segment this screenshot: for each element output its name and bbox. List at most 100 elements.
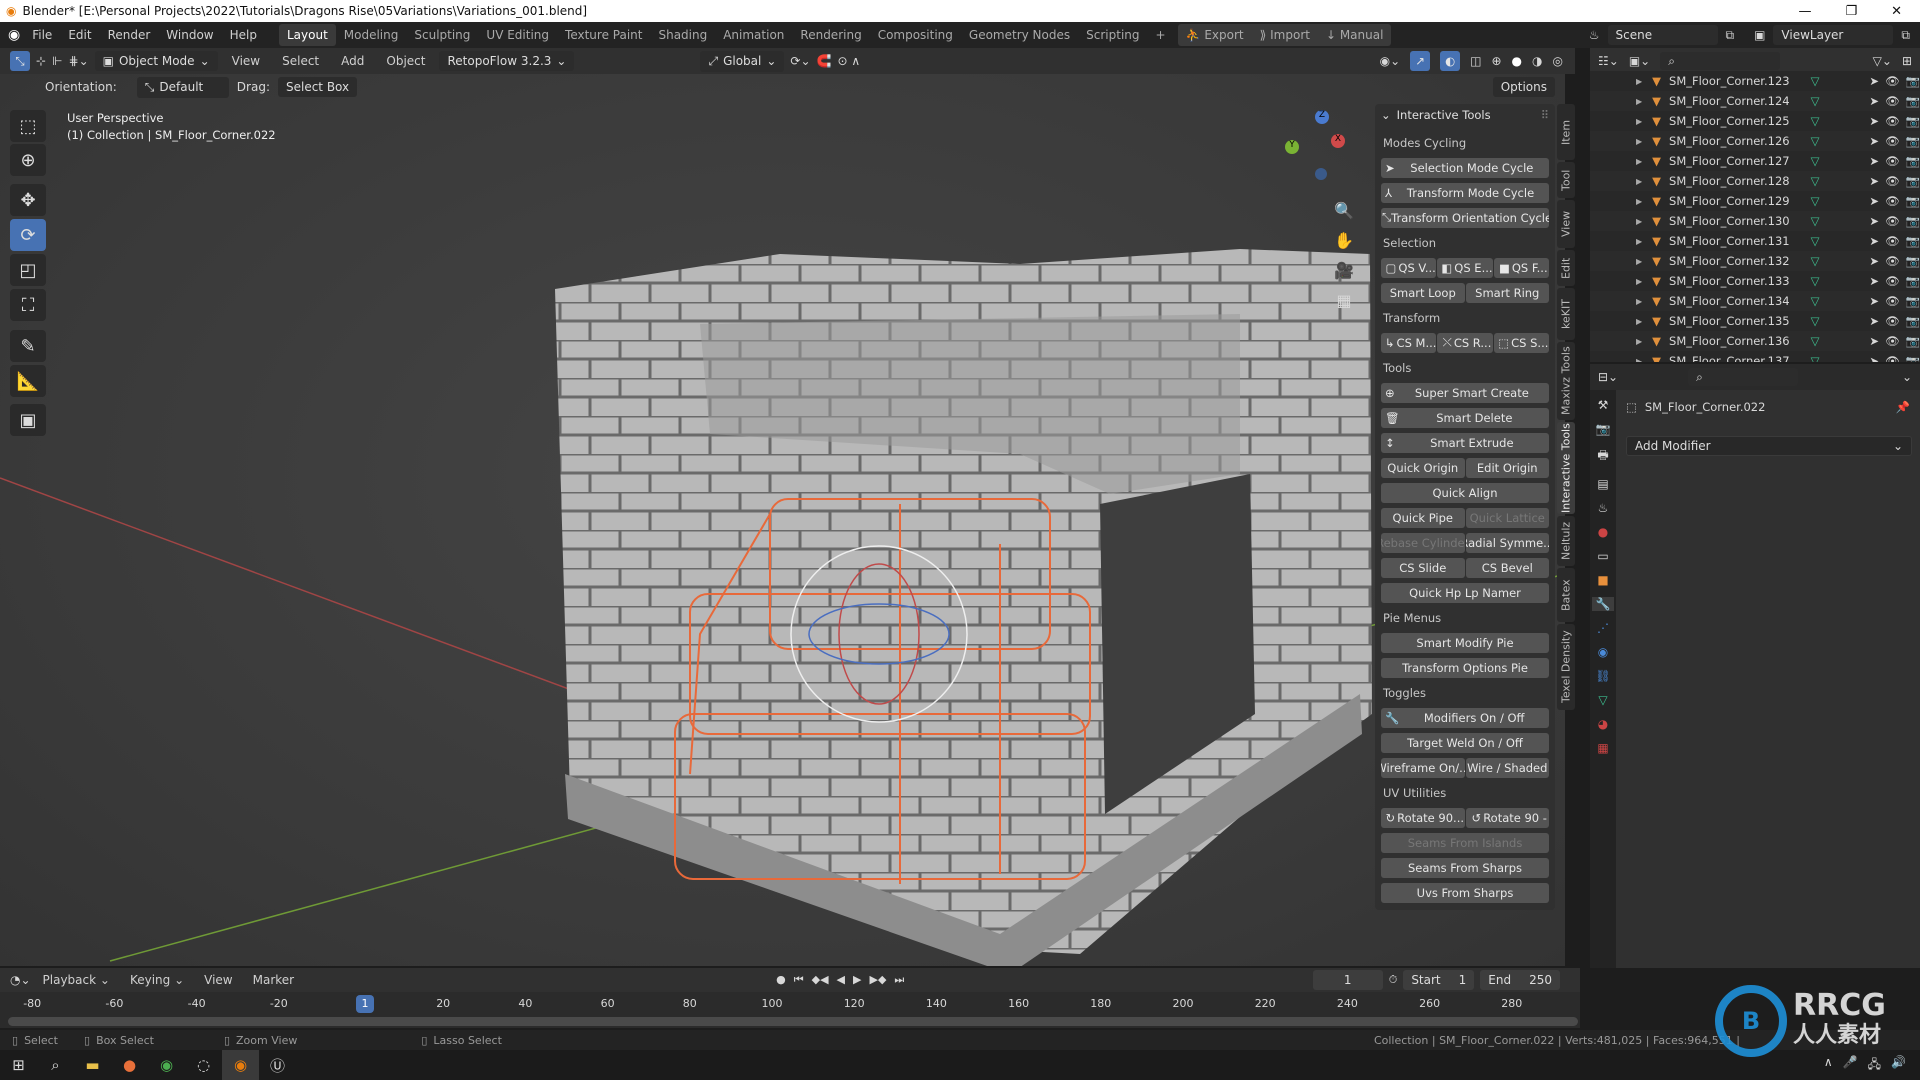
firefox-icon[interactable]: ● — [111, 1050, 148, 1080]
transform-tool-button[interactable]: ⛶ — [10, 289, 46, 321]
gizmo-x-axis[interactable]: X — [1331, 134, 1345, 148]
view-layer-icon[interactable]: ▣ — [1754, 28, 1765, 42]
transform-affect-icon[interactable]: ⤡ — [10, 51, 30, 71]
render-camera-icon[interactable]: 📷 — [1906, 174, 1920, 188]
selection-mode-cycle-button[interactable]: ➤ Selection Mode Cycle — [1381, 157, 1549, 178]
qs-e-button[interactable]: ◧ QS E... — [1437, 257, 1493, 278]
playhead[interactable]: 1 — [356, 995, 374, 1013]
wireframe-on-button[interactable]: Wireframe On/... — [1381, 757, 1465, 778]
eye-icon[interactable]: 👁 — [1885, 94, 1900, 108]
expand-arrow-icon[interactable]: ▶ — [1636, 257, 1642, 266]
view-layer-tab-icon[interactable]: ▤ — [1597, 477, 1608, 491]
rotate-90-button[interactable]: ↻ Rotate 90... — [1381, 807, 1465, 828]
search-icon[interactable]: ⌕ — [37, 1050, 74, 1080]
sidebar-tab-interactive-tools[interactable]: Interactive Tools — [1557, 422, 1575, 514]
render-camera-icon[interactable]: 📷 — [1906, 234, 1920, 248]
maximize-button[interactable]: ❐ — [1845, 4, 1857, 19]
new-collection-icon[interactable]: ⊞ — [1902, 54, 1912, 68]
workspace-tab-animation[interactable]: Animation — [715, 24, 792, 46]
texture-tab-icon[interactable]: ▦ — [1597, 741, 1608, 755]
snap-settings-icon[interactable]: ⋕⌄ — [69, 54, 89, 68]
selectable-icon[interactable]: ➤ — [1869, 154, 1879, 168]
network-icon[interactable]: 🖧 — [1868, 1055, 1881, 1076]
transform-orientation-dropdown[interactable]: ⤢ Global ⌄ — [700, 50, 785, 72]
drag-handle-icon[interactable]: ⠿ — [1541, 108, 1549, 122]
manual-button[interactable]: ↓ Manual — [1318, 24, 1391, 46]
timeline-scrollbar[interactable] — [8, 1017, 1578, 1026]
outliner-item[interactable]: ▶ ▼ SM_Floor_Corner.126 ▽ ➤ 👁 📷 — [1590, 131, 1920, 151]
sidebar-tab-texel-density[interactable]: Texel Density — [1557, 624, 1575, 710]
quick-align-button[interactable]: Quick Align — [1381, 482, 1549, 503]
expand-arrow-icon[interactable]: ▶ — [1636, 77, 1642, 86]
visibility-icon[interactable]: ◉⌄ — [1380, 54, 1401, 68]
qs-v-button[interactable]: ▢ QS V... — [1381, 257, 1437, 278]
sidebar-tab-tool[interactable]: Tool — [1557, 162, 1575, 198]
radial-symme-button[interactable]: Radial Symme... — [1465, 532, 1549, 553]
sidebar-tab-view[interactable]: View — [1557, 200, 1575, 248]
eye-icon[interactable]: 👁 — [1885, 194, 1900, 208]
workspace-tab-compositing[interactable]: Compositing — [870, 24, 961, 46]
overlay-toggle-icon[interactable]: ◐ — [1440, 51, 1461, 71]
expand-arrow-icon[interactable]: ▶ — [1636, 277, 1642, 286]
render-camera-icon[interactable]: 📷 — [1906, 274, 1920, 288]
current-frame-field[interactable]: 1 — [1312, 970, 1383, 990]
transform-mode-cycle-button[interactable]: ⅄ Transform Mode Cycle — [1381, 182, 1549, 203]
selectable-icon[interactable]: ➤ — [1869, 294, 1879, 308]
eye-icon[interactable]: 👁 — [1885, 114, 1900, 128]
playback-menu[interactable]: Playback ⌄ — [35, 973, 118, 987]
particles-tab-icon[interactable]: ⋰ — [1597, 621, 1609, 635]
selectable-icon[interactable]: ➤ — [1869, 274, 1879, 288]
workspace-tab-geometry-nodes[interactable]: Geometry Nodes — [961, 24, 1078, 46]
menu-help[interactable]: Help — [222, 28, 265, 42]
add-modifier-dropdown[interactable]: Add Modifier ⌄ — [1626, 436, 1912, 456]
target-weld-on-off-button[interactable]: Target Weld On / Off — [1381, 732, 1549, 753]
scene-tab-icon[interactable]: ♨ — [1598, 501, 1609, 515]
select-tool-button[interactable]: ⬚ — [10, 110, 46, 142]
material-shading-icon[interactable]: ◑ — [1532, 54, 1542, 68]
jump-start-icon[interactable]: ⏮ — [794, 973, 804, 987]
gizmo-z-axis[interactable]: Z — [1315, 110, 1329, 124]
selectable-icon[interactable]: ➤ — [1869, 214, 1879, 228]
outliner-item[interactable]: ▶ ▼ SM_Floor_Corner.123 ▽ ➤ 👁 📷 — [1590, 71, 1920, 91]
scene-selector[interactable]: Scene — [1607, 25, 1718, 45]
rotate-tool-button[interactable]: ⟳ — [10, 219, 46, 251]
editor-type-icon[interactable]: ⊟⌄ — [1598, 370, 1618, 384]
selectable-icon[interactable]: ➤ — [1869, 354, 1879, 362]
data-tab-icon[interactable]: ▽ — [1598, 693, 1607, 707]
marker-menu[interactable]: Marker — [245, 973, 302, 987]
cursor-tool-button[interactable]: ⊕ — [10, 144, 46, 176]
expand-arrow-icon[interactable]: ▶ — [1636, 357, 1642, 363]
unreal-icon[interactable]: Ⓤ — [259, 1050, 296, 1080]
panel-header[interactable]: ⌄ Interactive Tools ⠿ — [1381, 104, 1549, 126]
start-frame-field[interactable]: Start 1 — [1403, 970, 1475, 990]
eye-icon[interactable]: 👁 — [1885, 354, 1900, 362]
object-mode-dropdown[interactable]: ▣ Object Mode ⌄ — [94, 51, 218, 71]
material-tab-icon[interactable]: ◕ — [1598, 717, 1608, 731]
render-tab-icon[interactable]: 📷 — [1596, 422, 1611, 436]
options-dropdown[interactable]: Options — [1492, 77, 1555, 97]
outliner-item[interactable]: ▶ ▼ SM_Floor_Corner.137 ▽ ➤ 👁 📷 — [1590, 351, 1920, 362]
add-cube-tool-button[interactable]: ▣ — [10, 404, 46, 436]
menu-file[interactable]: File — [24, 28, 60, 42]
cs-r-button[interactable]: ⤬ CS R... — [1437, 332, 1493, 353]
eye-icon[interactable]: 👁 — [1885, 74, 1900, 88]
eye-icon[interactable]: 👁 — [1885, 174, 1900, 188]
eye-icon[interactable]: 👁 — [1885, 314, 1900, 328]
eye-icon[interactable]: 👁 — [1885, 254, 1900, 268]
eye-icon[interactable]: 👁 — [1885, 274, 1900, 288]
outliner-item[interactable]: ▶ ▼ SM_Floor_Corner.131 ▽ ➤ 👁 📷 — [1590, 231, 1920, 251]
retopoflow-menu[interactable]: RetopoFlow 3.2.3 ⌄ — [439, 51, 575, 71]
workspace-tab-rendering[interactable]: Rendering — [792, 24, 869, 46]
qs-f-button[interactable]: ■ QS F... — [1493, 257, 1549, 278]
outliner-search-input[interactable]: ⌕ — [1660, 52, 1781, 70]
new-view-layer-icon[interactable]: ⧉ — [1901, 28, 1910, 43]
windows-start-icon[interactable]: ⊞ — [0, 1050, 37, 1080]
jump-end-icon[interactable]: ⏭ — [894, 973, 904, 987]
export-button[interactable]: ⛹ Export — [1178, 24, 1252, 46]
grid-perspective-icon[interactable]: ▦ — [1334, 286, 1354, 316]
outliner-item[interactable]: ▶ ▼ SM_Floor_Corner.132 ▽ ➤ 👁 📷 — [1590, 251, 1920, 271]
smart-modify-pie-button[interactable]: Smart Modify Pie — [1381, 632, 1549, 653]
menu-render[interactable]: Render — [100, 28, 159, 42]
select-menu[interactable]: Select — [274, 54, 327, 68]
next-keyframe-icon[interactable]: ▶◆ — [869, 973, 886, 987]
